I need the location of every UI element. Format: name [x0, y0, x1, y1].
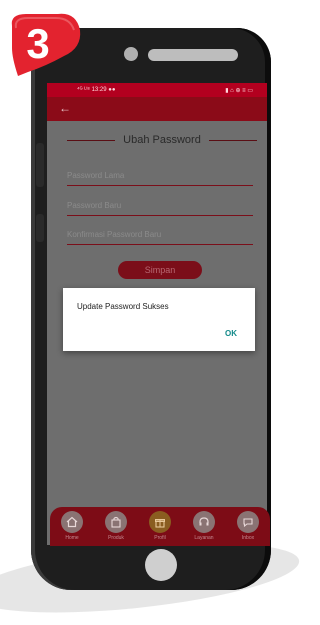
new-password-field[interactable]: Password Baru — [67, 195, 253, 216]
divider — [208, 139, 257, 141]
old-password-field[interactable]: Password Lama — [67, 165, 253, 186]
nav-label-inbox: Inbox — [241, 535, 255, 541]
bottom-nav: Home Produk Profil Layanan Inbox — [50, 507, 270, 546]
power-button — [36, 214, 44, 242]
volume-button — [36, 143, 44, 187]
nav-item-inbox[interactable]: Inbox — [229, 511, 267, 541]
front-camera — [124, 47, 138, 61]
home-icon — [61, 511, 83, 533]
status-time: ⁴ᴳ ᴸᵗᵉ 13:29 ●● — [77, 87, 116, 93]
status-bar: ⁴ᴳ ᴸᵗᵉ 13:29 ●● ▮ ⌂ ⊕ ≡ ▭ — [47, 83, 267, 97]
nav-item-profil[interactable]: Profil — [141, 511, 179, 541]
nav-label-layanan: Layanan — [194, 535, 214, 541]
nav-item-home[interactable]: Home — [53, 511, 91, 541]
confirm-password-field[interactable]: Konfirmasi Password Baru — [67, 224, 253, 245]
nav-label-produk: Produk — [108, 535, 124, 541]
divider — [67, 139, 116, 141]
status-icons: ▮ ⌂ ⊕ ≡ ▭ — [225, 87, 253, 94]
success-dialog: Update Password Sukses OK — [63, 288, 255, 351]
gift-icon — [149, 511, 171, 533]
step-badge: 3 — [11, 13, 81, 77]
nav-label-home: Home — [65, 535, 79, 541]
page-title: Ubah Password — [123, 134, 201, 146]
bag-icon — [105, 511, 127, 533]
earpiece-speaker — [148, 49, 238, 61]
nav-label-profil: Profil — [154, 535, 166, 541]
ok-button[interactable]: OK — [225, 329, 237, 338]
nav-item-layanan[interactable]: Layanan — [185, 511, 223, 541]
app-bar: ← — [47, 97, 267, 121]
badge-number: 3 — [26, 20, 49, 67]
save-button[interactable]: Simpan — [118, 261, 202, 279]
back-arrow-icon[interactable]: ← — [59, 101, 71, 115]
home-button[interactable] — [145, 549, 177, 581]
chat-icon — [237, 511, 259, 533]
dialog-message: Update Password Sukses — [77, 302, 169, 311]
nav-item-produk[interactable]: Produk — [97, 511, 135, 541]
headset-icon — [193, 511, 215, 533]
page-title-row: Ubah Password — [67, 133, 257, 147]
